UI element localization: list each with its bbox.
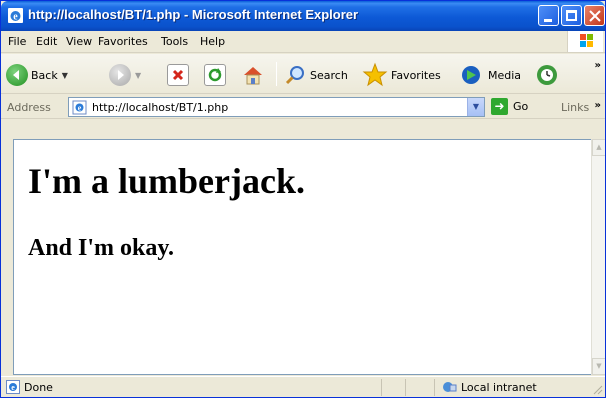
back-label: Back	[31, 68, 58, 82]
search-button[interactable]: Search	[283, 62, 348, 88]
page-subheading: And I'm okay.	[28, 235, 175, 261]
menu-view[interactable]: View	[66, 35, 92, 48]
menu-favorites[interactable]: Favorites	[98, 35, 148, 48]
maximize-button[interactable]	[561, 5, 582, 26]
minimize-button[interactable]	[538, 5, 559, 26]
back-button[interactable]: Back ▼	[6, 62, 68, 88]
menu-tools[interactable]: Tools	[161, 35, 188, 48]
browser-window: e http://localhost/BT/1.php - Microsoft …	[0, 0, 606, 398]
page-icon: e	[72, 100, 87, 115]
svg-text:e: e	[13, 12, 18, 23]
home-icon	[244, 67, 262, 85]
status-pane-divider	[381, 379, 382, 396]
svg-text:e: e	[78, 104, 82, 113]
media-label: Media	[488, 68, 522, 82]
svg-text:e: e	[11, 383, 15, 392]
history-button[interactable]	[535, 62, 559, 88]
go-label: Go	[513, 100, 529, 113]
close-icon	[589, 10, 601, 22]
back-dropdown-icon[interactable]: ▼	[62, 71, 68, 80]
search-label: Search	[310, 68, 348, 82]
window-title: http://localhost/BT/1.php - Microsoft In…	[28, 7, 359, 22]
refresh-button[interactable]	[204, 62, 226, 88]
title-bar[interactable]: e http://localhost/BT/1.php - Microsoft …	[1, 1, 605, 31]
history-icon	[537, 65, 557, 85]
media-button[interactable]: Media	[459, 62, 521, 88]
menu-bar: File Edit View Favorites Tools Help	[1, 31, 605, 53]
menu-file[interactable]: File	[8, 35, 26, 48]
address-dropdown-icon[interactable]: ▼	[467, 98, 484, 116]
forward-button[interactable]: ▼	[109, 62, 141, 88]
security-zone: Local intranet	[461, 381, 537, 394]
address-url: http://localhost/BT/1.php	[92, 101, 229, 114]
resize-grip-icon[interactable]	[591, 383, 603, 395]
standard-toolbar: Back ▼ ▼ Search Favorites Media »	[1, 54, 605, 94]
maximize-icon	[566, 10, 577, 21]
menu-edit[interactable]: Edit	[36, 35, 57, 48]
stop-icon	[167, 64, 189, 86]
scroll-up-button[interactable]: ▲	[592, 139, 605, 156]
status-pane-divider	[405, 379, 406, 396]
status-pane-divider	[434, 379, 435, 396]
page-heading: I'm a lumberjack.	[28, 161, 305, 201]
refresh-icon	[204, 64, 226, 86]
toolbar-separator	[276, 62, 277, 86]
status-text: Done	[24, 381, 53, 394]
page-content: I'm a lumberjack. And I'm okay.	[13, 139, 591, 375]
menu-help[interactable]: Help	[200, 35, 225, 48]
minimize-icon	[544, 19, 552, 22]
vertical-scrollbar[interactable]: ▲ ▼	[591, 139, 605, 375]
forward-arrow-icon	[109, 64, 131, 86]
scroll-down-button[interactable]: ▼	[592, 358, 605, 375]
address-input[interactable]: e http://localhost/BT/1.php ▼	[68, 97, 485, 117]
content-frame-left	[1, 121, 13, 375]
favorites-button[interactable]: Favorites	[362, 62, 441, 88]
local-intranet-icon	[443, 382, 457, 392]
go-button[interactable]: ➜ Go	[491, 98, 528, 115]
back-arrow-icon	[6, 64, 28, 86]
page-done-icon: e	[6, 380, 20, 394]
close-button[interactable]	[584, 5, 605, 26]
forward-dropdown-icon[interactable]: ▼	[135, 71, 141, 80]
ie-icon: e	[8, 8, 23, 23]
links-label[interactable]: Links	[561, 101, 589, 114]
toolbar-overflow-icon[interactable]: »	[595, 60, 601, 71]
star-icon	[362, 62, 388, 87]
windows-logo	[567, 31, 603, 52]
address-bar: Address e http://localhost/BT/1.php ▼ ➜ …	[1, 95, 605, 119]
search-icon	[285, 66, 304, 85]
address-label: Address	[7, 101, 51, 114]
favorites-label: Favorites	[391, 68, 441, 82]
links-overflow-icon[interactable]: »	[595, 100, 601, 111]
home-button[interactable]	[241, 62, 265, 88]
media-icon	[462, 66, 480, 84]
stop-button[interactable]	[167, 62, 189, 88]
status-bar: e Done Local intranet	[1, 376, 605, 397]
windows-flag-icon	[580, 34, 593, 47]
go-arrow-icon: ➜	[491, 98, 508, 115]
